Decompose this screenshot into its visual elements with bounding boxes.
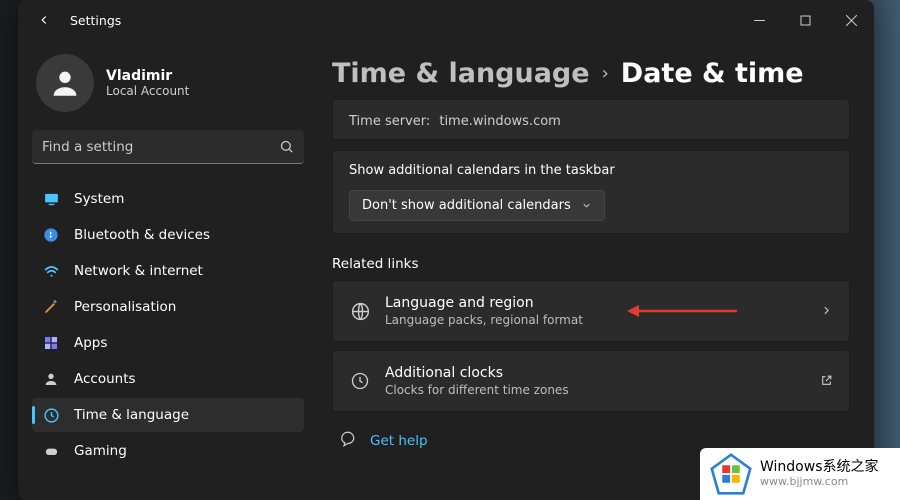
help-icon xyxy=(338,430,356,452)
sidebar-item-system[interactable]: System xyxy=(32,182,304,216)
additional-calendars-dropdown[interactable]: Don't show additional calendars xyxy=(349,190,605,221)
back-button[interactable] xyxy=(26,2,62,38)
close-icon xyxy=(846,15,857,26)
maximize-icon xyxy=(800,15,811,26)
user-name: Vladimir xyxy=(106,68,189,84)
user-account-row[interactable]: Vladimir Local Account xyxy=(32,48,304,126)
link-subtitle: Clocks for different time zones xyxy=(385,383,569,397)
apps-icon xyxy=(42,334,60,352)
get-help-label: Get help xyxy=(370,433,428,449)
windows-logo-icon xyxy=(710,453,752,495)
additional-calendars-card: Show additional calendars in the taskbar… xyxy=(332,150,850,234)
watermark-text: Windows系统之家 www.bjjmw.com xyxy=(760,460,879,487)
clock-globe-icon xyxy=(42,406,60,424)
sidebar-item-network[interactable]: Network & internet xyxy=(32,254,304,288)
clock-icon xyxy=(349,371,371,391)
window-body: Vladimir Local Account System Bluetooth … xyxy=(18,40,874,500)
minimize-icon xyxy=(754,15,765,26)
breadcrumb-separator-icon: › xyxy=(602,63,609,84)
sidebar-item-bluetooth[interactable]: Bluetooth & devices xyxy=(32,218,304,252)
related-links-heading: Related links xyxy=(332,256,850,272)
link-text-group: Language and region Language packs, regi… xyxy=(385,295,583,327)
link-title: Language and region xyxy=(385,295,583,311)
sidebar-item-apps[interactable]: Apps xyxy=(32,326,304,360)
time-server-card: Time server: time.windows.com xyxy=(332,99,850,140)
close-button[interactable] xyxy=(828,4,874,36)
link-card-language-region[interactable]: Language and region Language packs, regi… xyxy=(332,280,850,342)
additional-calendars-heading: Show additional calendars in the taskbar xyxy=(349,163,833,178)
search-field-wrap[interactable] xyxy=(32,130,304,164)
sidebar-item-personalisation[interactable]: Personalisation xyxy=(32,290,304,324)
red-annotation-arrow-icon xyxy=(627,302,737,320)
sidebar-item-label: Accounts xyxy=(74,371,136,387)
search-input[interactable] xyxy=(42,139,279,155)
chevron-right-icon xyxy=(820,302,833,321)
dropdown-value: Don't show additional calendars xyxy=(362,198,571,213)
maximize-button[interactable] xyxy=(782,4,828,36)
breadcrumb-current: Date & time xyxy=(621,58,804,89)
sidebar-item-label: Time & language xyxy=(74,407,189,423)
wifi-icon xyxy=(42,262,60,280)
watermark-badge: Windows系统之家 www.bjjmw.com xyxy=(700,448,900,500)
user-account-type: Local Account xyxy=(106,84,189,98)
sidebar-item-time-language[interactable]: Time & language xyxy=(32,398,304,432)
person-icon xyxy=(42,370,60,388)
link-text-group: Additional clocks Clocks for different t… xyxy=(385,365,569,397)
gaming-icon xyxy=(42,442,60,460)
app-title: Settings xyxy=(70,13,121,28)
settings-window: Settings Vladimir Local Account xyxy=(18,0,874,500)
sidebar-item-label: Apps xyxy=(74,335,107,351)
avatar xyxy=(36,54,94,112)
time-server-label: Time server: xyxy=(349,114,430,129)
nav-list: System Bluetooth & devices Network & int… xyxy=(32,182,304,468)
content-pane: Time & language › Date & time Time serve… xyxy=(318,40,874,500)
search-icon xyxy=(279,139,294,154)
bluetooth-icon xyxy=(42,226,60,244)
sidebar-item-accounts[interactable]: Accounts xyxy=(32,362,304,396)
sidebar-item-label: System xyxy=(74,191,124,207)
globe-language-icon xyxy=(349,301,371,322)
minimize-button[interactable] xyxy=(736,4,782,36)
sidebar-item-label: Personalisation xyxy=(74,299,176,315)
link-title: Additional clocks xyxy=(385,365,569,381)
avatar-icon xyxy=(48,66,82,100)
monitor-icon xyxy=(42,190,60,208)
sidebar: Vladimir Local Account System Bluetooth … xyxy=(18,40,318,500)
sidebar-item-gaming[interactable]: Gaming xyxy=(32,434,304,468)
window-controls xyxy=(736,4,874,36)
user-text: Vladimir Local Account xyxy=(106,68,189,98)
time-server-value: time.windows.com xyxy=(439,114,561,129)
titlebar: Settings xyxy=(18,0,874,40)
link-card-additional-clocks[interactable]: Additional clocks Clocks for different t… xyxy=(332,350,850,412)
sidebar-item-label: Bluetooth & devices xyxy=(74,227,210,243)
back-arrow-icon xyxy=(37,13,51,27)
chevron-down-icon xyxy=(581,200,592,211)
watermark-line1: Windows系统之家 xyxy=(760,460,879,475)
sidebar-item-label: Gaming xyxy=(74,443,127,459)
breadcrumb-parent[interactable]: Time & language xyxy=(332,58,590,89)
link-subtitle: Language packs, regional format xyxy=(385,313,583,327)
sidebar-item-label: Network & internet xyxy=(74,263,203,279)
open-external-icon xyxy=(820,372,833,391)
paintbrush-icon xyxy=(42,298,60,316)
breadcrumb: Time & language › Date & time xyxy=(332,58,850,89)
watermark-line2: www.bjjmw.com xyxy=(760,476,879,488)
